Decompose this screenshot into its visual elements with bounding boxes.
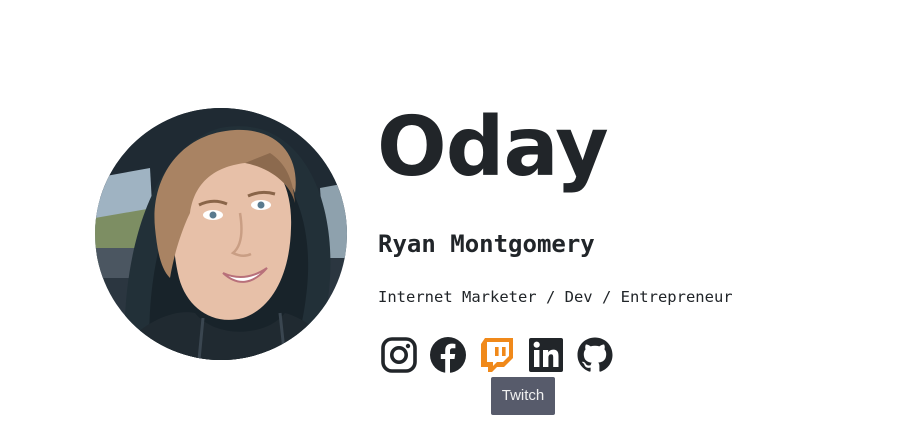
instagram-link[interactable] xyxy=(380,336,418,374)
facebook-icon xyxy=(430,337,466,373)
tagline: Internet Marketer / Dev / Entrepreneur xyxy=(378,288,733,306)
linkedin-icon xyxy=(529,338,563,372)
profile-photo xyxy=(95,108,347,360)
page-title: Oday xyxy=(377,100,609,195)
social-links xyxy=(380,335,625,375)
twitch-icon xyxy=(481,338,513,372)
linkedin-link[interactable] xyxy=(527,336,565,374)
twitch-tooltip: Twitch xyxy=(491,377,555,415)
github-icon xyxy=(577,337,613,372)
facebook-link[interactable] xyxy=(429,336,467,374)
instagram-icon xyxy=(381,337,417,373)
twitch-link[interactable] xyxy=(478,336,516,374)
github-link[interactable] xyxy=(576,336,614,374)
avatar xyxy=(95,108,347,360)
person-name: Ryan Montgomery xyxy=(378,230,595,258)
